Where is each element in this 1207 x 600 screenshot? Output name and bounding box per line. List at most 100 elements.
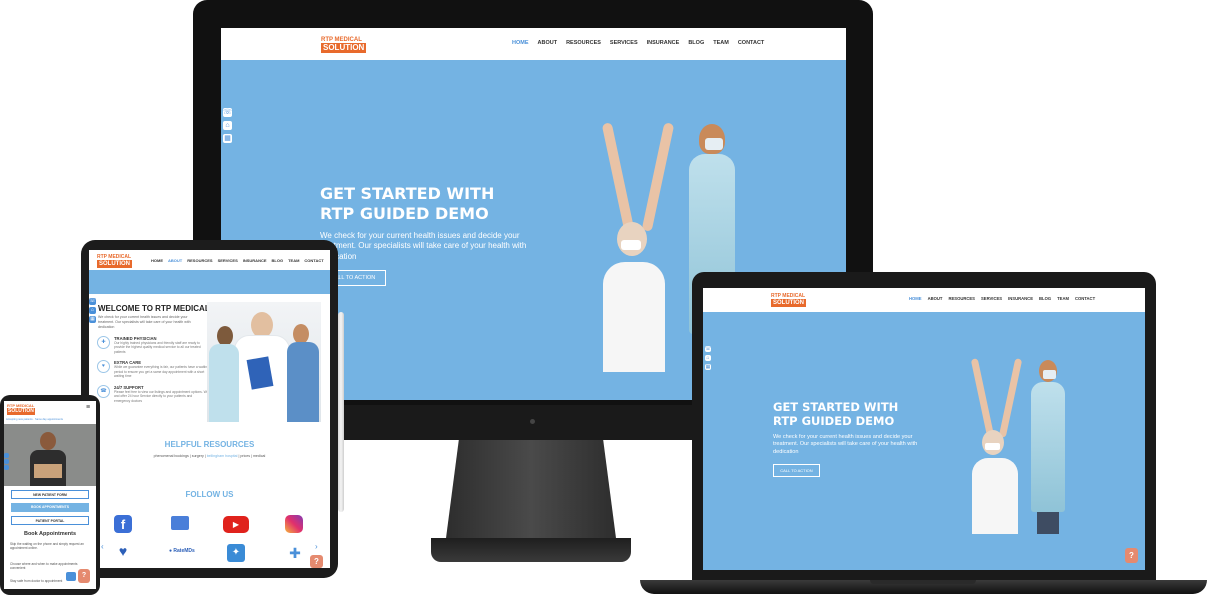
instagram-icon[interactable] [285,515,303,533]
ratemds-icon[interactable]: ● RateMDs [169,548,199,558]
stylus [338,312,344,512]
book-appointments-title: Book Appointments [23,531,77,537]
phone-chat-button[interactable] [66,572,76,581]
nav-resources[interactable]: RESOURCES [566,40,601,46]
laptop-hero-section: ☏ ⌂ ▦ GET STARTED WITH RTP GUIDED DEMO W… [703,312,1145,570]
tablet-calendar-icon[interactable]: ▦ [89,316,96,323]
medical-directory-icon[interactable]: ✚ [285,544,305,562]
nav-contact[interactable]: CONTACT [738,40,764,46]
book-appointments-text: Skip the waiting on the phone and simply… [10,542,84,551]
laptop-patient-figure [969,358,1049,534]
laptop-nav-resources[interactable]: RESOURCES [948,296,975,301]
laptop-screen: RTP MEDICAL SOLUTION HOME ABOUT RESOURCE… [703,288,1145,570]
tablet-nav-home[interactable]: HOME [151,258,163,263]
laptop-nav-home[interactable]: HOME [909,296,922,301]
phone-side-icons [4,453,9,470]
feature-item: ✚ TRAINED PHYSICIAN Our highly trained p… [97,336,209,354]
google-my-business-icon[interactable] [171,516,189,530]
laptop-side-icons: ☏ ⌂ ▦ [705,346,711,370]
twitter-icon[interactable]: ✦ [227,544,245,562]
calendar-icon[interactable]: ▦ [223,134,232,143]
social-grid: f ▶ ♥ ● RateMDs ✦ ✚ [111,512,311,568]
hero-title: GET STARTED WITH RTP GUIDED DEMO [320,184,495,223]
phone-call-icon[interactable] [4,453,9,458]
welcome-title: WELCOME TO RTP MEDICAL [98,304,210,313]
map-icon[interactable]: ⌂ [223,121,232,130]
facebook-icon[interactable]: f [114,515,132,533]
welcome-text: We check for your current health issues … [98,315,191,330]
laptop-nav-insurance[interactable]: INSURANCE [1008,296,1033,301]
tablet-banner-strip [89,270,330,294]
support-icon: ☎ [97,384,110,398]
logo[interactable]: RTP MEDICAL SOLUTION [321,37,367,53]
phone-icon[interactable]: ☏ [223,108,232,117]
phone-banner: Accepting new patients · Same day appoin… [6,418,63,421]
tablet-nav-contact[interactable]: CONTACT [304,258,323,263]
tablet-nav-blog[interactable]: BLOG [272,258,284,263]
laptop-nav-team[interactable]: TEAM [1057,296,1069,301]
phone-screen: RTP MEDICAL SOLUTION ≡ Accepting new pat… [4,401,96,589]
healthgrades-icon[interactable]: ♥ [115,544,131,558]
laptop-hero-description: We check for your current health issues … [773,434,918,455]
tablet-device: RTP MEDICAL SOLUTION HOME ABOUT RESOURCE… [81,240,338,578]
carousel-next-arrow[interactable]: › [315,542,318,551]
nav-home[interactable]: HOME [512,40,529,46]
monitor-stand [445,440,617,542]
nav-team[interactable]: TEAM [713,40,729,46]
carousel-prev-arrow[interactable]: ‹ [101,542,104,551]
phone-calendar-icon[interactable] [4,465,9,470]
tablet-logo[interactable]: RTP MEDICAL SOLUTION [97,255,132,268]
tablet-help-button[interactable]: ? [310,555,323,568]
feature-list: ✚ TRAINED PHYSICIAN Our highly trained p… [97,336,209,403]
care-icon: ♥ [97,360,110,374]
nav-blog[interactable]: BLOG [688,40,704,46]
tablet-nav-services[interactable]: SERVICES [218,258,238,263]
laptop-hero-title: GET STARTED WITH RTP GUIDED DEMO [773,400,899,429]
menu-icon[interactable]: ≡ [86,404,90,411]
physician-icon: ✚ [97,336,110,349]
phone-help-button[interactable]: ? [78,569,90,583]
phone-map-icon[interactable] [4,459,9,464]
laptop-nav-contact[interactable]: CONTACT [1075,296,1095,301]
phone-logo[interactable]: RTP MEDICAL SOLUTION [7,404,35,415]
phone-hero-photo [4,424,96,486]
laptop-device: RTP MEDICAL SOLUTION HOME ABOUT RESOURCE… [640,270,1207,598]
nav-services[interactable]: SERVICES [610,40,638,46]
laptop-map-icon[interactable]: ⌂ [705,355,711,361]
laptop-nav-services[interactable]: SERVICES [981,296,1002,301]
nav-about[interactable]: ABOUT [538,40,558,46]
laptop-calendar-icon[interactable]: ▦ [705,364,711,370]
book-appointments-button[interactable]: BOOK APPOINTMENTS [11,503,89,512]
tablet-side-icons: ☏ ⌂ ▦ [89,298,96,323]
laptop-logo[interactable]: RTP MEDICAL SOLUTION [771,294,806,307]
resources-tags: phenomenal bookings | surgery | bellingh… [153,454,266,458]
tablet-phone-icon[interactable]: ☏ [89,298,96,305]
tablet-nav-team[interactable]: TEAM [288,258,299,263]
monitor-base [431,538,631,562]
nav-insurance[interactable]: INSURANCE [647,40,680,46]
laptop-nav-blog[interactable]: BLOG [1039,296,1051,301]
youtube-icon[interactable]: ▶ [223,516,249,533]
tablet-map-icon[interactable]: ⌂ [89,307,96,314]
follow-title: FOLLOW US [185,490,234,499]
phone-device: RTP MEDICAL SOLUTION ≡ Accepting new pat… [0,395,100,595]
monitor-power-led [530,419,535,424]
laptop-phone-icon[interactable]: ☏ [705,346,711,352]
tablet-nav: HOME ABOUT RESOURCES SERVICES INSURANCE … [151,258,324,263]
patient-portal-button[interactable]: PATIENT PORTAL [11,516,89,525]
tablet-nav-about[interactable]: ABOUT [168,258,182,263]
tablet-screen: RTP MEDICAL SOLUTION HOME ABOUT RESOURCE… [89,250,330,568]
resources-title: HELPFUL RESOURCES [164,440,255,449]
laptop-help-button[interactable]: ? [1125,548,1138,563]
feature-item: ♥ EXTRA CARE While we guarantee everythi… [97,360,209,378]
laptop-call-to-action-button[interactable]: CALL TO ACTION [773,464,820,477]
main-nav: HOME ABOUT RESOURCES SERVICES INSURANCE … [512,40,764,46]
feature-item: ☎ 24/7 SUPPORT Please feel free to view … [97,384,209,403]
laptop-nav: HOME ABOUT RESOURCES SERVICES INSURANCE … [909,296,1095,301]
laptop-nav-about[interactable]: ABOUT [928,296,943,301]
doctors-photo [207,302,321,422]
side-icons: ☏ ⌂ ▦ [223,108,232,143]
tablet-nav-insurance[interactable]: INSURANCE [243,258,267,263]
tablet-nav-resources[interactable]: RESOURCES [187,258,212,263]
new-patient-form-button[interactable]: NEW PATIENT FORM [11,490,89,499]
